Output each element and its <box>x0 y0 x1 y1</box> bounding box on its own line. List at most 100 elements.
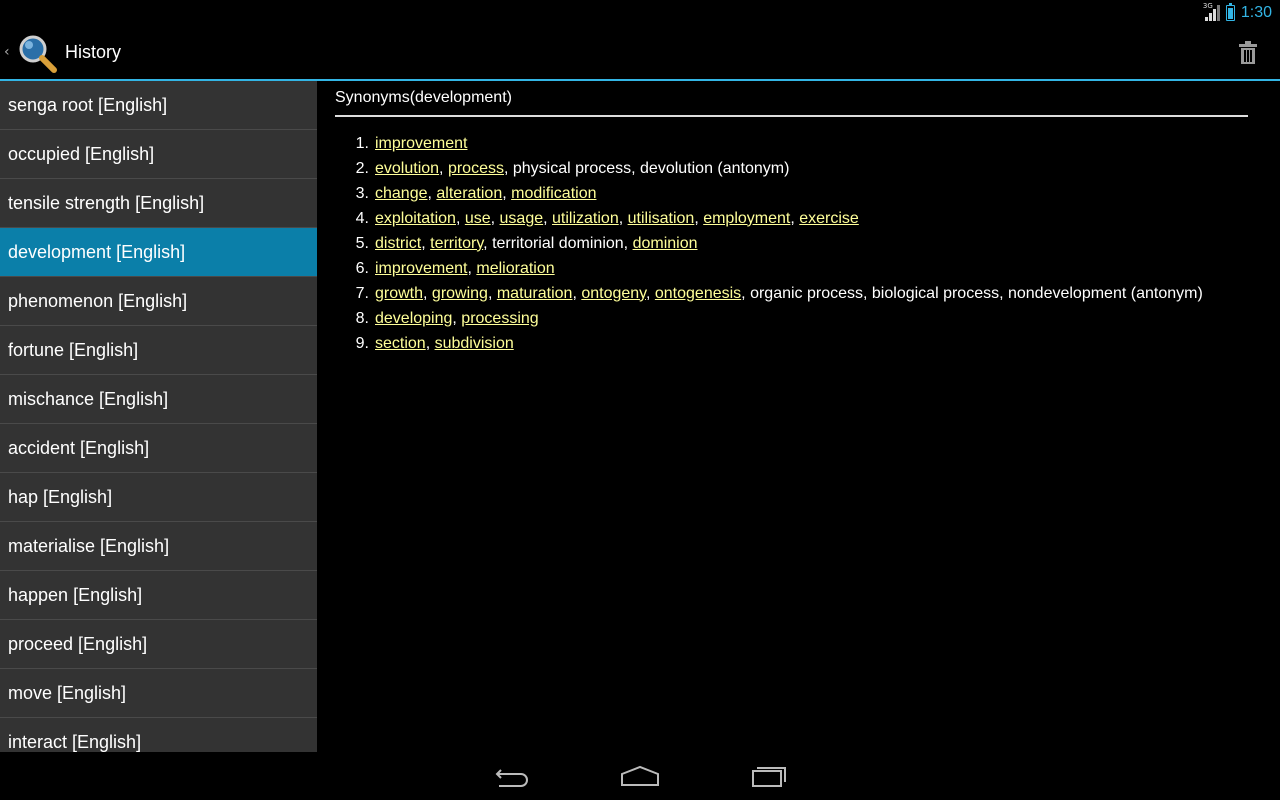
separator: , <box>543 209 553 227</box>
synonym-link[interactable]: evolution <box>375 160 439 177</box>
synonym-link[interactable]: improvement <box>375 135 467 152</box>
synonym-row: 4. exploitation, use, usage, utilization,… <box>335 206 1265 231</box>
separator: , <box>741 284 751 302</box>
synonym-link[interactable]: dominion <box>633 235 698 252</box>
synonym-number: 1. <box>355 134 369 152</box>
synonym-text: nondevelopment (antonym) <box>1007 284 1203 302</box>
separator: , <box>483 234 493 252</box>
synonym-link[interactable]: melioration <box>476 260 554 277</box>
history-item[interactable]: materialise [English] <box>0 522 317 571</box>
network-type: 3G <box>1202 1 1213 10</box>
status-bar: 3G 1:30 <box>0 0 1280 25</box>
synonym-link[interactable]: improvement <box>375 260 467 277</box>
synonym-number: 9. <box>355 334 369 352</box>
separator: , <box>502 184 512 202</box>
separator: , <box>487 284 497 302</box>
separator: , <box>572 284 582 302</box>
synonym-link[interactable]: maturation <box>497 285 573 302</box>
history-list[interactable]: senga root [English] occupied [English] … <box>0 81 317 752</box>
history-item[interactable]: tensile strength [English] <box>0 179 317 228</box>
history-item[interactable]: senga root [English] <box>0 81 317 130</box>
trash-icon[interactable] <box>1238 41 1258 65</box>
status-indicators: 3G 1:30 <box>1202 1 1272 23</box>
synonym-link[interactable]: ontogenesis <box>655 285 741 302</box>
synonym-link[interactable]: district <box>375 235 421 252</box>
magnifier-icon[interactable] <box>16 33 58 73</box>
synonym-words: improvement <box>375 135 467 153</box>
synonym-row: 3. change, alteration, modification <box>335 181 1265 206</box>
synonym-number: 4. <box>355 209 369 227</box>
title-divider <box>335 115 1248 117</box>
synonym-link[interactable]: ontogeny <box>581 285 646 302</box>
history-item[interactable]: phenomenon [English] <box>0 277 317 326</box>
up-caret-icon[interactable]: ‹ <box>4 44 10 60</box>
separator: , <box>490 209 500 227</box>
synonym-words: exploitation, use, usage, utilization, u… <box>375 210 859 228</box>
separator: , <box>694 209 704 227</box>
history-item[interactable]: mischance [English] <box>0 375 317 424</box>
separator: , <box>790 209 800 227</box>
history-item[interactable]: interact [English] <box>0 718 317 752</box>
synonym-row: 1. improvement <box>335 131 1265 156</box>
synonym-text: territorial dominion <box>492 234 624 252</box>
synonym-row: 6. improvement, melioration <box>335 256 1265 281</box>
synonym-list: 1. improvement 2. evolution, process, physi… <box>335 131 1265 356</box>
separator: , <box>452 309 462 327</box>
synonym-words: section, subdivision <box>375 335 514 353</box>
history-item[interactable]: proceed [English] <box>0 620 317 669</box>
synonym-words: growth, growing, maturation, ontogeny, o… <box>375 285 1203 303</box>
synonym-row: 7. growth, growing, maturation, ontogeny,… <box>335 281 1265 306</box>
synonym-link[interactable]: growing <box>432 285 488 302</box>
action-bar: ‹ History <box>0 25 1280 79</box>
separator: , <box>631 159 641 177</box>
synonym-number: 7. <box>355 284 369 302</box>
synonym-link[interactable]: utilisation <box>628 210 695 227</box>
synonym-number: 2. <box>355 159 369 177</box>
history-item[interactable]: fortune [English] <box>0 326 317 375</box>
page-title: History <box>65 42 122 62</box>
synonym-link[interactable]: employment <box>703 210 790 227</box>
synonym-link[interactable]: use <box>465 210 491 227</box>
battery-charging-icon <box>1225 2 1235 21</box>
separator: , <box>455 209 465 227</box>
synonym-text: organic process <box>750 284 864 302</box>
recent-apps-icon[interactable] <box>749 762 789 790</box>
synonym-text: physical process <box>512 159 632 177</box>
history-item-selected[interactable]: development [English] <box>0 228 317 277</box>
synonym-link[interactable]: usage <box>500 210 544 227</box>
synonym-link[interactable]: territory <box>430 235 483 252</box>
synonym-link[interactable]: subdivision <box>435 335 514 352</box>
navigation-bar <box>0 752 1280 800</box>
synonym-number: 5. <box>355 234 369 252</box>
synonym-link[interactable]: exploitation <box>375 210 456 227</box>
synonym-link[interactable]: exercise <box>799 210 859 227</box>
separator: , <box>503 159 513 177</box>
history-item[interactable]: happen [English] <box>0 571 317 620</box>
separator: , <box>623 234 633 252</box>
home-icon[interactable] <box>620 762 660 790</box>
synonym-row: 9. section, subdivision <box>335 331 1265 356</box>
synonym-row: 5. district, territory, territorial domin… <box>335 231 1265 256</box>
history-item[interactable]: accident [English] <box>0 424 317 473</box>
back-icon[interactable] <box>493 762 533 790</box>
synonyms-title: Synonyms(development) <box>335 89 512 106</box>
synonym-link[interactable]: processing <box>461 310 538 327</box>
history-item[interactable]: hap [English] <box>0 473 317 522</box>
separator: , <box>425 334 435 352</box>
status-clock: 1:30 <box>1240 3 1272 21</box>
synonym-link[interactable]: change <box>375 185 428 202</box>
synonym-link[interactable]: process <box>448 160 504 177</box>
synonym-link[interactable]: alteration <box>436 185 502 202</box>
synonym-link[interactable]: developing <box>375 310 452 327</box>
synonym-link[interactable]: modification <box>511 185 596 202</box>
history-item[interactable]: move [English] <box>0 669 317 718</box>
synonym-link[interactable]: growth <box>375 285 423 302</box>
history-item[interactable]: occupied [English] <box>0 130 317 179</box>
synonym-text: devolution (antonym) <box>640 159 790 177</box>
synonym-link[interactable]: section <box>375 335 426 352</box>
separator: , <box>439 159 448 177</box>
synonym-words: evolution, process, physical process, de… <box>375 160 789 178</box>
synonym-words: developing, processing <box>375 310 539 328</box>
synonym-link[interactable]: utilization <box>552 210 619 227</box>
separator: , <box>999 284 1008 302</box>
